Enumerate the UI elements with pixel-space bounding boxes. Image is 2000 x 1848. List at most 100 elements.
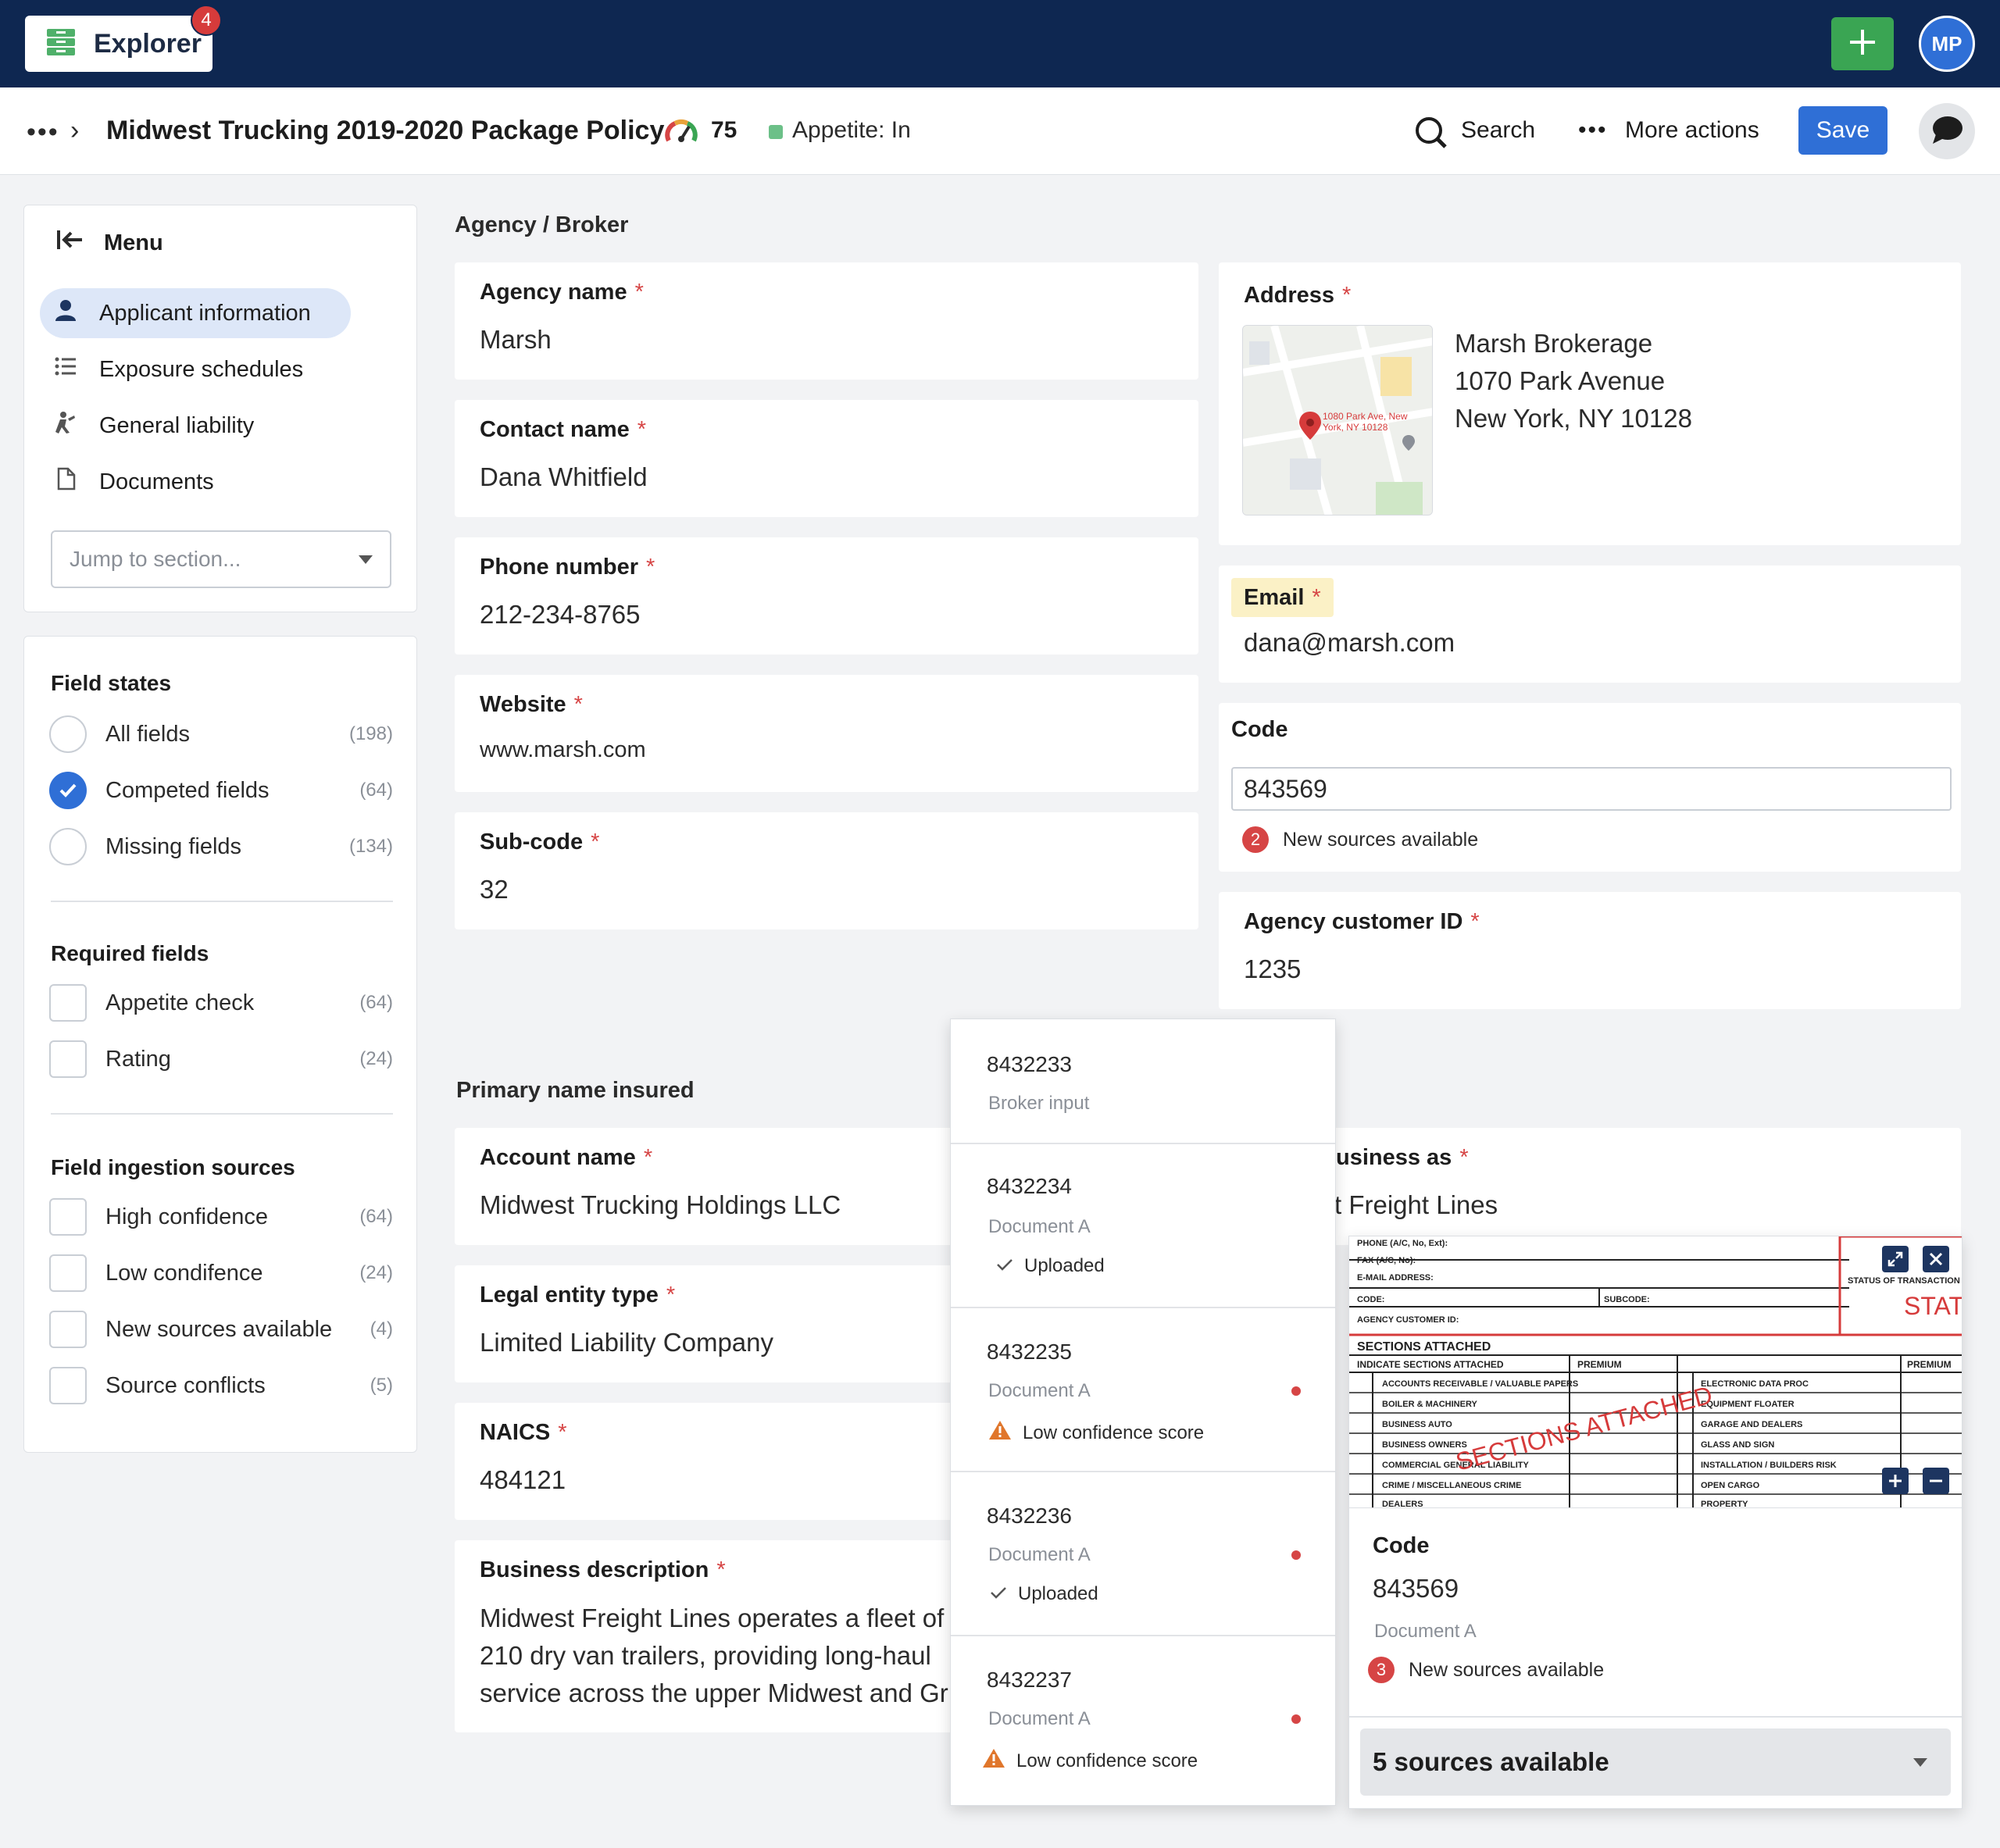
menu-title: Menu bbox=[104, 230, 163, 255]
chevron-down-icon bbox=[1913, 1758, 1927, 1767]
zoom-in-icon[interactable] bbox=[1882, 1468, 1909, 1494]
doc-text: PHONE (A/C, No, Ext): bbox=[1357, 1239, 1448, 1248]
field-email[interactable]: Email * dana@marsh.com bbox=[1219, 565, 1961, 683]
field-phone-number[interactable]: Phone number * 212-234-8765 bbox=[455, 537, 1198, 655]
add-button[interactable] bbox=[1831, 17, 1894, 70]
menu-item-applicant-information[interactable]: Applicant information bbox=[40, 288, 351, 338]
checkbox[interactable] bbox=[49, 1311, 87, 1348]
checkbox[interactable] bbox=[49, 1198, 87, 1236]
filter-count: (134) bbox=[348, 836, 393, 857]
source-option[interactable]: 8432233 Broker input bbox=[951, 1019, 1335, 1144]
filter-missing-fields[interactable]: Missing fields (134) bbox=[49, 827, 393, 866]
filter-source-conflicts[interactable]: Source conflicts (5) bbox=[49, 1366, 393, 1405]
field-value: Dana Whitfield bbox=[480, 462, 648, 491]
divider bbox=[51, 901, 393, 902]
doc-text: OPEN CARGO bbox=[1701, 1481, 1760, 1490]
checkbox[interactable] bbox=[49, 1367, 87, 1404]
warning-icon bbox=[988, 1419, 1012, 1447]
search-button[interactable]: Search bbox=[1461, 117, 1535, 144]
sources-select[interactable]: 5 sources available bbox=[1360, 1728, 1951, 1796]
doc-text: GARAGE AND DEALERS bbox=[1701, 1420, 1802, 1429]
checkbox[interactable] bbox=[49, 1040, 87, 1078]
filter-count: (64) bbox=[359, 780, 393, 801]
filter-high-confidence[interactable]: High confidence (64) bbox=[49, 1197, 393, 1236]
field-value: t Freight Lines bbox=[1334, 1190, 1498, 1219]
section-title-insured: Primary name insured bbox=[456, 1078, 695, 1103]
menu-item-exposure-schedules[interactable]: Exposure schedules bbox=[40, 344, 303, 394]
search-icon[interactable] bbox=[1414, 116, 1448, 154]
chat-button[interactable] bbox=[1919, 103, 1975, 159]
new-sources-link[interactable]: 3 New sources available bbox=[1368, 1657, 1604, 1683]
website-link[interactable]: www.marsh.com bbox=[480, 737, 646, 763]
unread-dot bbox=[1291, 1550, 1301, 1560]
more-actions-button[interactable]: More actions bbox=[1625, 117, 1759, 144]
appetite-status: Appetite: In bbox=[792, 117, 911, 143]
close-icon[interactable] bbox=[1923, 1246, 1949, 1272]
user-avatar[interactable]: MP bbox=[1919, 16, 1975, 72]
map-thumbnail[interactable]: 1080 Park Ave, New York, NY 10128 bbox=[1242, 325, 1433, 516]
field-code[interactable]: Code 843569 2 New sources available bbox=[1219, 703, 1961, 872]
field-address[interactable]: Address * 1080 Park Ave, New York, NY 101… bbox=[1219, 262, 1961, 545]
filter-rating[interactable]: Rating (24) bbox=[49, 1040, 393, 1079]
filter-completed-fields[interactable]: Competed fields (64) bbox=[49, 771, 393, 810]
menu-item-documents[interactable]: Documents bbox=[40, 457, 214, 507]
field-states-title: Field states bbox=[51, 671, 172, 695]
field-label: Agency customer ID * bbox=[1244, 909, 1480, 934]
field-agency-name[interactable]: Agency name * Marsh bbox=[455, 262, 1198, 380]
source-code: 8432233 bbox=[987, 1052, 1073, 1076]
field-contact-name[interactable]: Contact name * Dana Whitfield bbox=[455, 400, 1198, 517]
filter-label: Rating bbox=[105, 1046, 171, 1072]
menu-item-label: General liability bbox=[99, 412, 255, 438]
field-label: Agency name * bbox=[480, 280, 644, 305]
checkbox[interactable] bbox=[49, 1254, 87, 1292]
zoom-out-icon[interactable] bbox=[1923, 1468, 1949, 1494]
source-option[interactable]: 8432237 Document A Low confidence score bbox=[951, 1636, 1335, 1807]
source-detail-popover: PHONE (A/C, No, Ext): FAX (A/C, No): E-M… bbox=[1348, 1236, 1962, 1809]
checkbox[interactable] bbox=[49, 984, 87, 1022]
status-text: Uploaded bbox=[1024, 1255, 1105, 1276]
filter-label: New sources available bbox=[105, 1316, 333, 1342]
menu-item-general-liability[interactable]: General liability bbox=[40, 401, 254, 451]
menu-header[interactable]: Menu bbox=[55, 229, 163, 257]
breadcrumb-overflow-button[interactable]: ••• bbox=[27, 117, 59, 148]
field-label: Account name * bbox=[480, 1145, 653, 1170]
filter-new-sources[interactable]: New sources available (4) bbox=[49, 1310, 393, 1349]
code-input[interactable]: 843569 bbox=[1231, 767, 1952, 811]
save-button[interactable]: Save bbox=[1798, 106, 1888, 155]
field-sub-code[interactable]: Sub-code * 32 bbox=[455, 812, 1198, 929]
field-website[interactable]: Website * www.marsh.com bbox=[455, 675, 1198, 792]
divider bbox=[1349, 1716, 1962, 1718]
radio-button-checked[interactable] bbox=[49, 772, 87, 809]
expand-icon[interactable] bbox=[1882, 1246, 1909, 1272]
source-option[interactable]: 8432236 Document A Uploaded bbox=[951, 1472, 1335, 1636]
filter-appetite-check[interactable]: Appetite check (64) bbox=[49, 983, 393, 1022]
explorer-button[interactable]: Explorer bbox=[25, 16, 212, 72]
radio-button[interactable] bbox=[49, 828, 87, 865]
doc-text: CODE: bbox=[1357, 1295, 1384, 1304]
filter-label: Competed fields bbox=[105, 777, 270, 803]
jump-to-section-select[interactable]: Jump to section... bbox=[51, 530, 391, 588]
filter-label: Missing fields bbox=[105, 833, 242, 859]
list-icon bbox=[54, 355, 77, 384]
doc-text: SECTIONS ATTACHED bbox=[1357, 1340, 1491, 1354]
field-value: Midwest Freight Lines operates a fleet o… bbox=[480, 1600, 948, 1712]
section-menu: Menu Applicant information Exposure sche… bbox=[23, 205, 417, 612]
source-origin: Document A bbox=[988, 1380, 1091, 1401]
radio-button[interactable] bbox=[49, 715, 87, 753]
address-line: New York, NY 10128 bbox=[1455, 404, 1692, 433]
unread-dot bbox=[1291, 1714, 1301, 1724]
source-option[interactable]: 8432235 Document A Low confidence score bbox=[951, 1308, 1335, 1472]
field-label: Sub-code * bbox=[480, 829, 600, 854]
filter-all-fields[interactable]: All fields (198) bbox=[49, 715, 393, 754]
filter-low-confidence[interactable]: Low condifence (24) bbox=[49, 1254, 393, 1293]
chevron-down-icon bbox=[359, 555, 373, 564]
doc-text: CRIME / MISCELLANEOUS CRIME bbox=[1382, 1481, 1521, 1490]
source-option[interactable]: 8432234 Document A Uploaded bbox=[951, 1144, 1335, 1308]
source-origin: Broker input bbox=[988, 1093, 1090, 1114]
more-actions-icon[interactable]: ••• bbox=[1578, 117, 1608, 144]
new-sources-link[interactable]: 2 New sources available bbox=[1242, 826, 1478, 853]
field-agency-customer-id[interactable]: Agency customer ID * 1235 bbox=[1219, 892, 1961, 1009]
person-icon bbox=[54, 298, 77, 328]
document-preview[interactable]: PHONE (A/C, No, Ext): FAX (A/C, No): E-M… bbox=[1349, 1236, 1962, 1508]
field-label: Website * bbox=[480, 692, 583, 717]
